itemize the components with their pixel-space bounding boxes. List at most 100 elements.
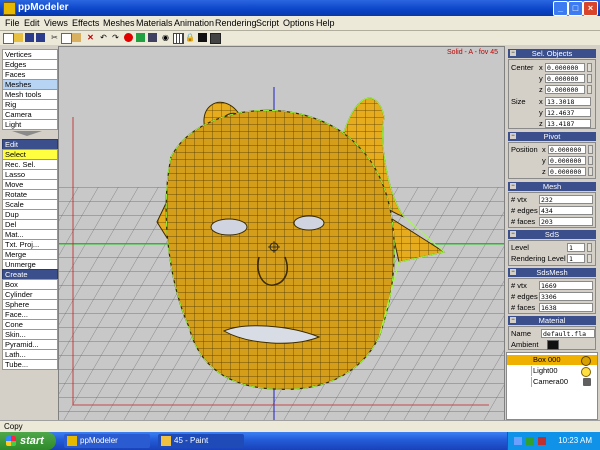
sdsmesh-faces-value: 1638: [539, 303, 593, 312]
scene-object-list: Box 000 Light00 Camera00: [506, 352, 598, 420]
menu-bar: File Edit Views Effects Meshes Materials…: [0, 16, 600, 31]
sdsmesh-header: − SdsMesh: [508, 268, 596, 277]
minimize-button[interactable]: _: [553, 1, 568, 16]
menu-options[interactable]: Options: [283, 17, 314, 29]
toolbar: ✂ ✕ ↶ ↷ ◉ 🔒: [0, 31, 600, 45]
sds-panel: Level 1 Rendering Level 1: [508, 240, 596, 266]
sds-header: − SdS: [508, 230, 596, 239]
close-button[interactable]: ×: [583, 1, 598, 16]
menu-script[interactable]: Script: [256, 17, 279, 29]
center-x-spinner[interactable]: [587, 63, 592, 72]
right-eye: [293, 215, 325, 231]
3d-viewport[interactable]: Solid - A - fov 45: [58, 46, 505, 422]
app-icon: [3, 2, 16, 15]
ppmodeler-task-icon: [67, 436, 77, 446]
record-icon[interactable]: [124, 33, 133, 42]
delete-icon[interactable]: ✕: [86, 33, 95, 42]
mesh-header: − Mesh: [508, 182, 596, 191]
sds-level-field[interactable]: 1: [567, 243, 585, 252]
layout-icon[interactable]: [210, 33, 221, 44]
pivot-y-spinner[interactable]: [588, 156, 593, 165]
pivot-x-field[interactable]: 0.000000: [548, 145, 586, 154]
create-tube[interactable]: Tube...: [2, 359, 58, 370]
menu-materials[interactable]: Materials: [136, 17, 173, 29]
security-icon[interactable]: [538, 437, 546, 445]
mesh-faces-value: 203: [539, 217, 593, 226]
undo-icon[interactable]: ↶: [99, 33, 108, 42]
center-z-spinner[interactable]: [587, 85, 592, 94]
menu-help[interactable]: Help: [316, 17, 335, 29]
light-icon: [581, 367, 591, 377]
copy-icon[interactable]: [61, 33, 72, 44]
menu-meshes[interactable]: Meshes: [103, 17, 135, 29]
pivot-y-field[interactable]: 0.000000: [548, 156, 586, 165]
preview-icon[interactable]: [148, 33, 157, 42]
sdsmesh-vtx-value: 1669: [539, 281, 593, 290]
title-bar: ppModeler _ □ ×: [0, 0, 600, 16]
size-y-field[interactable]: 12.4637: [545, 108, 591, 117]
ambient-color-swatch[interactable]: [547, 340, 559, 350]
material-name-field[interactable]: default.fla: [541, 329, 595, 338]
mode-light[interactable]: Light: [2, 119, 58, 130]
redo-icon[interactable]: ↷: [111, 33, 120, 42]
network-icon[interactable]: [514, 437, 522, 445]
taskbar: start ppModeler 45 - Paint 10:23 AM: [0, 432, 600, 450]
task-paint[interactable]: 45 - Paint: [158, 434, 244, 448]
sdsmesh-panel: # vtx 1669 # edges 3306 # faces 1638: [508, 278, 596, 314]
center-y-field[interactable]: 0.000000: [545, 74, 585, 83]
paint-task-icon: [161, 436, 171, 446]
menu-file[interactable]: File: [5, 17, 20, 29]
scene-item-light00[interactable]: Light00: [507, 366, 597, 377]
eye-icon[interactable]: ◉: [161, 33, 170, 42]
menu-animation[interactable]: Animation: [174, 17, 214, 29]
save-icon[interactable]: [25, 33, 34, 42]
sds-rendering-level-spinner[interactable]: [587, 254, 592, 263]
size-x-field[interactable]: 13.3018: [545, 97, 591, 106]
scene-item-box000[interactable]: Box 000: [507, 355, 597, 366]
pivot-x-spinner[interactable]: [588, 145, 593, 154]
center-x-field[interactable]: 0.000000: [545, 63, 585, 72]
center-z-field[interactable]: 0.000000: [545, 85, 585, 94]
menu-edit[interactable]: Edit: [24, 17, 40, 29]
maximize-button[interactable]: □: [568, 1, 583, 16]
tray-icon[interactable]: [526, 437, 534, 445]
mesh-edges-value: 434: [539, 206, 593, 215]
menu-views[interactable]: Views: [44, 17, 68, 29]
center-y-spinner[interactable]: [587, 74, 592, 83]
size-z-field[interactable]: 13.4187: [545, 119, 591, 128]
save-as-icon[interactable]: [36, 33, 45, 42]
start-button[interactable]: start: [0, 432, 56, 450]
mesh-icon: [581, 356, 591, 366]
system-tray: 10:23 AM: [507, 432, 600, 450]
render-icon[interactable]: [136, 33, 145, 42]
task-ppmodeler[interactable]: ppModeler: [64, 434, 150, 448]
camera-icon: [583, 378, 591, 386]
sds-level-spinner[interactable]: [587, 243, 592, 252]
new-icon[interactable]: [3, 33, 14, 44]
sel-objects-panel: Center x 0.000000 y 0.000000 z 0.000000 …: [508, 59, 596, 129]
window-title: ppModeler: [18, 2, 69, 13]
left-eye: [210, 218, 248, 236]
pivot-z-field[interactable]: 0.000000: [548, 167, 586, 176]
lock-icon[interactable]: 🔒: [185, 33, 195, 42]
clock: 10:23 AM: [558, 436, 592, 445]
scene-item-camera00[interactable]: Camera00: [507, 377, 597, 387]
menu-rendering[interactable]: Rendering: [215, 17, 257, 29]
menu-effects[interactable]: Effects: [72, 17, 99, 29]
mesh-panel: # vtx 232 # edges 434 # faces 203: [508, 192, 596, 228]
cut-icon[interactable]: ✂: [50, 33, 59, 42]
sel-objects-header: − Sel. Objects: [508, 49, 596, 58]
paste-icon[interactable]: [72, 33, 81, 42]
sdsmesh-edges-value: 3306: [539, 292, 593, 301]
open-icon[interactable]: [14, 33, 23, 42]
collapse-arrow-icon[interactable]: [12, 131, 42, 136]
pivot-header: − Pivot: [508, 132, 596, 141]
mesh-vtx-value: 232: [539, 195, 593, 204]
pivot-z-spinner[interactable]: [588, 167, 593, 176]
left-tool-panel: Vertices Edges Faces Meshes Mesh tools R…: [0, 46, 58, 420]
windows-logo-icon: [6, 436, 16, 446]
sds-rendering-level-field[interactable]: 1: [567, 254, 585, 263]
viewport-canvas: [59, 47, 504, 421]
view-mode-icon[interactable]: [198, 33, 207, 42]
grid-icon[interactable]: [173, 33, 184, 44]
